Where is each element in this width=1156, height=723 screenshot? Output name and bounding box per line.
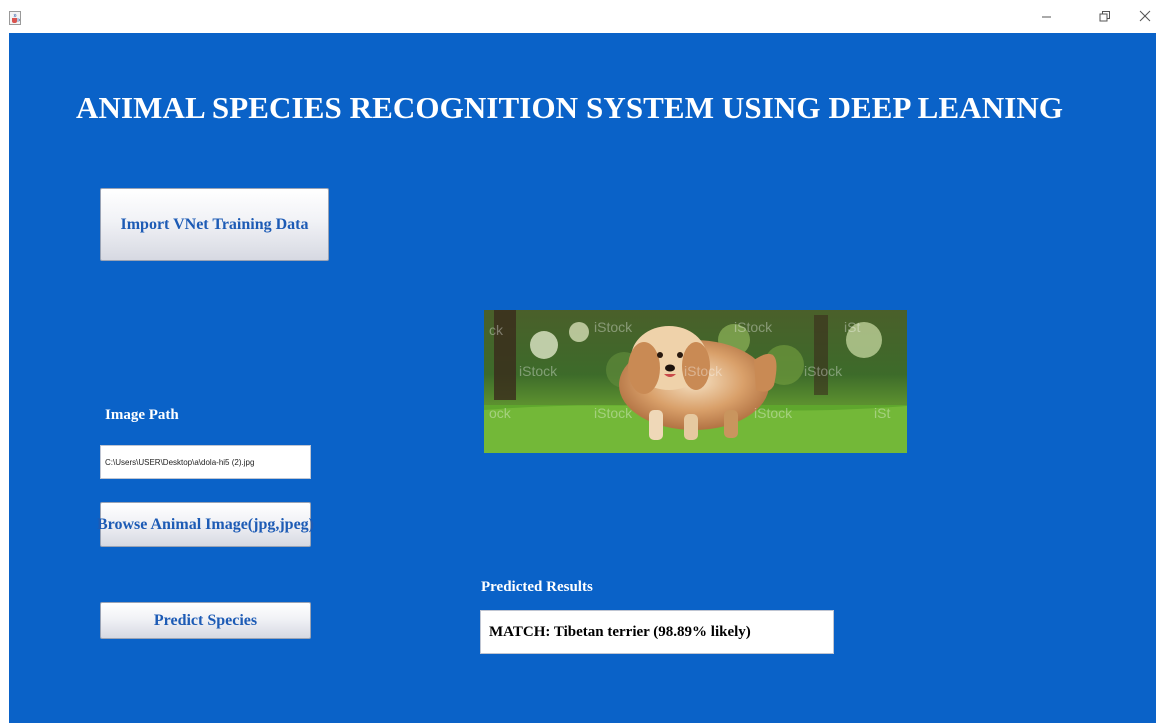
svg-text:iStock: iStock [594, 319, 633, 335]
image-path-label: Image Path [105, 407, 179, 423]
svg-text:iSt: iSt [844, 319, 860, 335]
svg-text:ck: ck [489, 322, 504, 338]
svg-text:iStock: iStock [804, 363, 843, 379]
app-window: ANIMAL SPECIES RECOGNITION SYSTEM USING … [0, 0, 1156, 723]
predicted-results-label: Predicted Results [481, 579, 593, 595]
import-training-data-button[interactable]: Import VNet Training Data [100, 188, 329, 261]
svg-text:iSt: iSt [874, 405, 890, 421]
predicted-result-field: MATCH: Tibetan terrier (98.89% likely) [480, 610, 834, 654]
svg-text:iStock: iStock [754, 405, 793, 421]
browse-image-button[interactable]: Browse Animal Image(jpg,jpeg) [97, 502, 314, 547]
svg-text:iStock: iStock [594, 405, 633, 421]
java-coffee-icon [9, 11, 21, 25]
svg-text:iStock: iStock [734, 319, 773, 335]
image-path-field[interactable]: C:\Users\USER\Desktop\a\dola-hi5 (2).jpg [100, 445, 311, 479]
close-icon[interactable] [1138, 8, 1154, 24]
predict-species-button[interactable]: Predict Species [100, 602, 311, 639]
svg-text:iStock: iStock [519, 363, 558, 379]
title-bar [0, 0, 1156, 33]
animal-preview-image: ck iStock iStock iSt iStock iStock iStoc… [484, 310, 907, 453]
main-panel: ANIMAL SPECIES RECOGNITION SYSTEM USING … [9, 33, 1156, 723]
minimize-icon[interactable] [1039, 8, 1055, 24]
app-title: ANIMAL SPECIES RECOGNITION SYSTEM USING … [76, 90, 1064, 125]
svg-text:ock: ock [489, 405, 512, 421]
restore-icon[interactable] [1097, 8, 1113, 24]
svg-text:iStock: iStock [684, 363, 723, 379]
